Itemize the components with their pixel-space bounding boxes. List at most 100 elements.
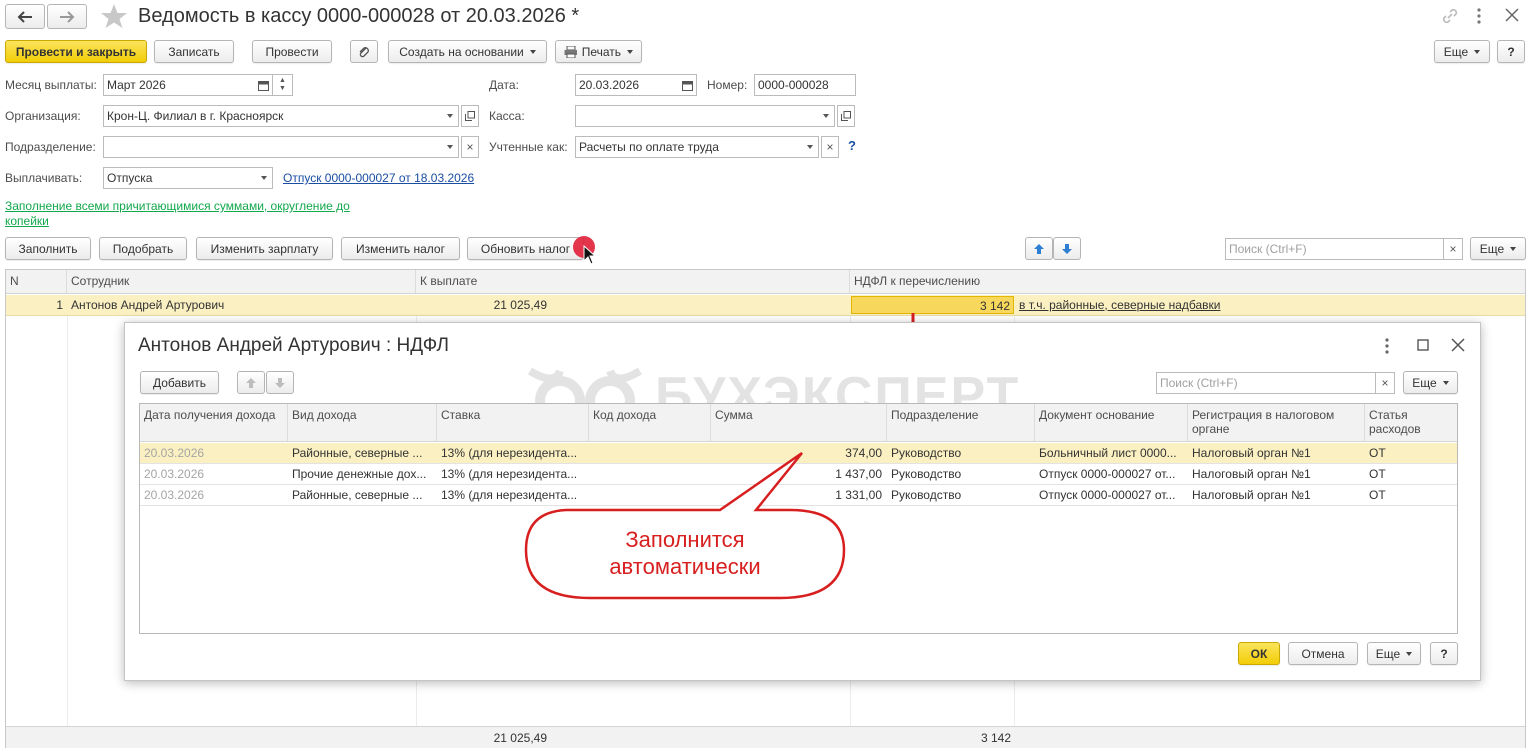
total-amount: 21 025,49 xyxy=(493,731,547,745)
chevron-down-icon xyxy=(446,114,453,118)
arrow-down-icon xyxy=(275,377,285,388)
clear-x-icon: × xyxy=(1381,376,1389,390)
cash-input[interactable] xyxy=(575,105,818,127)
dept-input[interactable] xyxy=(103,136,442,158)
arrow-right-icon xyxy=(60,10,75,23)
dialog-search-input[interactable]: Поиск (Ctrl+F) xyxy=(1156,372,1376,394)
clear-x-icon: × xyxy=(826,140,834,154)
col-n[interactable]: N xyxy=(6,270,67,293)
open-window-icon xyxy=(841,111,851,121)
month-label: Месяц выплаты: xyxy=(5,78,97,92)
dialog-footer-more-button[interactable]: Еще xyxy=(1367,642,1421,665)
dcol-code[interactable]: Код дохода xyxy=(589,404,711,441)
pay-select[interactable]: Отпуска xyxy=(103,167,256,189)
col-ndfl[interactable]: НДФЛ к перечислению xyxy=(850,270,1525,293)
dcol-sum[interactable]: Сумма xyxy=(711,404,887,441)
dialog-help-button[interactable]: ? xyxy=(1430,642,1458,665)
date-input[interactable]: 20.03.2026 xyxy=(575,74,680,96)
save-button[interactable]: Записать xyxy=(154,40,234,63)
row-ndfl-breakdown-link[interactable]: в т.ч. районные, северные надбавки xyxy=(1019,298,1221,312)
col-amount[interactable]: К выплате xyxy=(416,270,850,293)
question-icon[interactable]: ? xyxy=(848,138,856,153)
main-table-header: N Сотрудник К выплате НДФЛ к перечислени… xyxy=(6,270,1525,294)
dialog-maximize-icon[interactable] xyxy=(1417,339,1429,354)
dialog-move-down-button[interactable] xyxy=(266,371,294,394)
fill-button[interactable]: Заполнить xyxy=(5,237,91,260)
update-tax-button[interactable]: Обновить налог xyxy=(467,237,584,260)
org-dropdown[interactable] xyxy=(441,105,459,127)
attach-button[interactable] xyxy=(350,40,378,63)
month-input[interactable]: Март 2026 xyxy=(103,74,256,96)
stepper-down-icon[interactable]: ▼ xyxy=(279,85,286,93)
dcol-exp[interactable]: Статья расходов xyxy=(1365,404,1457,441)
close-icon[interactable] xyxy=(1505,8,1519,25)
back-button[interactable] xyxy=(5,4,45,29)
dcol-rate[interactable]: Ставка xyxy=(437,404,589,441)
col-employee[interactable]: Сотрудник xyxy=(67,270,416,293)
dialog-search-clear[interactable]: × xyxy=(1375,372,1395,394)
row-employee: Антонов Андрей Артурович xyxy=(71,298,225,312)
date-calendar-button[interactable] xyxy=(679,74,697,96)
help-button[interactable]: ? xyxy=(1497,40,1525,63)
accounted-dropdown[interactable] xyxy=(801,136,819,158)
cancel-button[interactable]: Отмена xyxy=(1288,642,1358,665)
org-open-button[interactable] xyxy=(461,105,479,127)
stepper-up-icon[interactable]: ▲ xyxy=(279,77,286,85)
number-input[interactable]: 0000-000028 xyxy=(754,74,856,96)
chevron-down-icon xyxy=(822,114,829,118)
ok-button[interactable]: ОК xyxy=(1238,642,1280,665)
more-button[interactable]: Еще xyxy=(1434,40,1490,63)
move-down-button[interactable] xyxy=(1053,237,1081,260)
dialog-close-icon[interactable] xyxy=(1451,338,1465,355)
dialog-move-up-button[interactable] xyxy=(237,371,265,394)
post-close-button[interactable]: Провести и закрыть xyxy=(5,40,147,63)
cash-label: Касса: xyxy=(489,109,525,123)
accounted-input[interactable]: Расчеты по оплате труда xyxy=(575,136,802,158)
dialog-more-button[interactable]: Еще xyxy=(1403,371,1458,394)
accounted-clear-button[interactable]: × xyxy=(821,136,839,158)
dialog-kebab-icon[interactable] xyxy=(1385,338,1389,357)
date-label: Дата: xyxy=(489,78,519,92)
table-search-input[interactable]: Поиск (Ctrl+F) xyxy=(1225,238,1444,260)
post-button[interactable]: Провести xyxy=(252,40,332,63)
create-based-button[interactable]: Создать на основании xyxy=(388,40,547,63)
cash-open-button[interactable] xyxy=(837,105,855,127)
dialog-add-button[interactable]: Добавить xyxy=(140,371,219,394)
accounted-label: Учтенные как: xyxy=(489,140,568,154)
callout-bubble: Заполнится автоматически xyxy=(520,450,850,608)
forward-button[interactable] xyxy=(47,4,87,29)
dept-clear-button[interactable]: × xyxy=(461,136,479,158)
col-divider xyxy=(67,316,68,747)
month-calendar-button[interactable] xyxy=(255,74,273,96)
org-label: Организация: xyxy=(5,109,81,123)
pick-button[interactable]: Подобрать xyxy=(99,237,187,260)
dcol-kind[interactable]: Вид дохода xyxy=(288,404,437,441)
dcol-doc[interactable]: Документ основание xyxy=(1035,404,1188,441)
row-ndfl-cell[interactable]: 3 142 xyxy=(851,296,1014,314)
favorite-star-icon[interactable] xyxy=(100,3,128,32)
dcol-date[interactable]: Дата получения дохода xyxy=(140,404,288,441)
print-button[interactable]: Печать xyxy=(555,40,642,63)
dialog-table-header: Дата получения дохода Вид дохода Ставка … xyxy=(140,404,1457,442)
table-more-button[interactable]: Еще xyxy=(1470,237,1526,260)
arrow-down-icon xyxy=(1062,243,1072,254)
dept-dropdown[interactable] xyxy=(441,136,459,158)
cash-dropdown[interactable] xyxy=(817,105,835,127)
table-row[interactable]: 1 Антонов Андрей Артурович 21 025,49 3 1… xyxy=(6,295,1525,316)
arrow-up-icon xyxy=(1034,243,1044,254)
month-stepper[interactable]: ▲ ▼ xyxy=(273,74,293,96)
org-input[interactable]: Крон-Ц. Филиал в г. Красноярск xyxy=(103,105,442,127)
dcol-reg[interactable]: Регистрация в налоговом органе xyxy=(1188,404,1365,441)
kebab-menu-icon[interactable] xyxy=(1477,8,1481,27)
fill-hint-link[interactable]: Заполнение всеми причитающимися суммами,… xyxy=(5,199,350,229)
change-salary-button[interactable]: Изменить зарплату xyxy=(196,237,333,260)
pay-dropdown[interactable] xyxy=(255,167,273,189)
change-tax-button[interactable]: Изменить налог xyxy=(341,237,460,260)
move-up-button[interactable] xyxy=(1025,237,1053,260)
dcol-dept[interactable]: Подразделение xyxy=(887,404,1035,441)
chevron-down-icon xyxy=(446,145,453,149)
pay-document-link[interactable]: Отпуск 0000-000027 от 18.03.2026 xyxy=(283,171,474,185)
table-search-clear[interactable]: × xyxy=(1443,238,1463,260)
link-icon[interactable] xyxy=(1440,7,1460,28)
arrow-up-icon xyxy=(246,377,256,388)
